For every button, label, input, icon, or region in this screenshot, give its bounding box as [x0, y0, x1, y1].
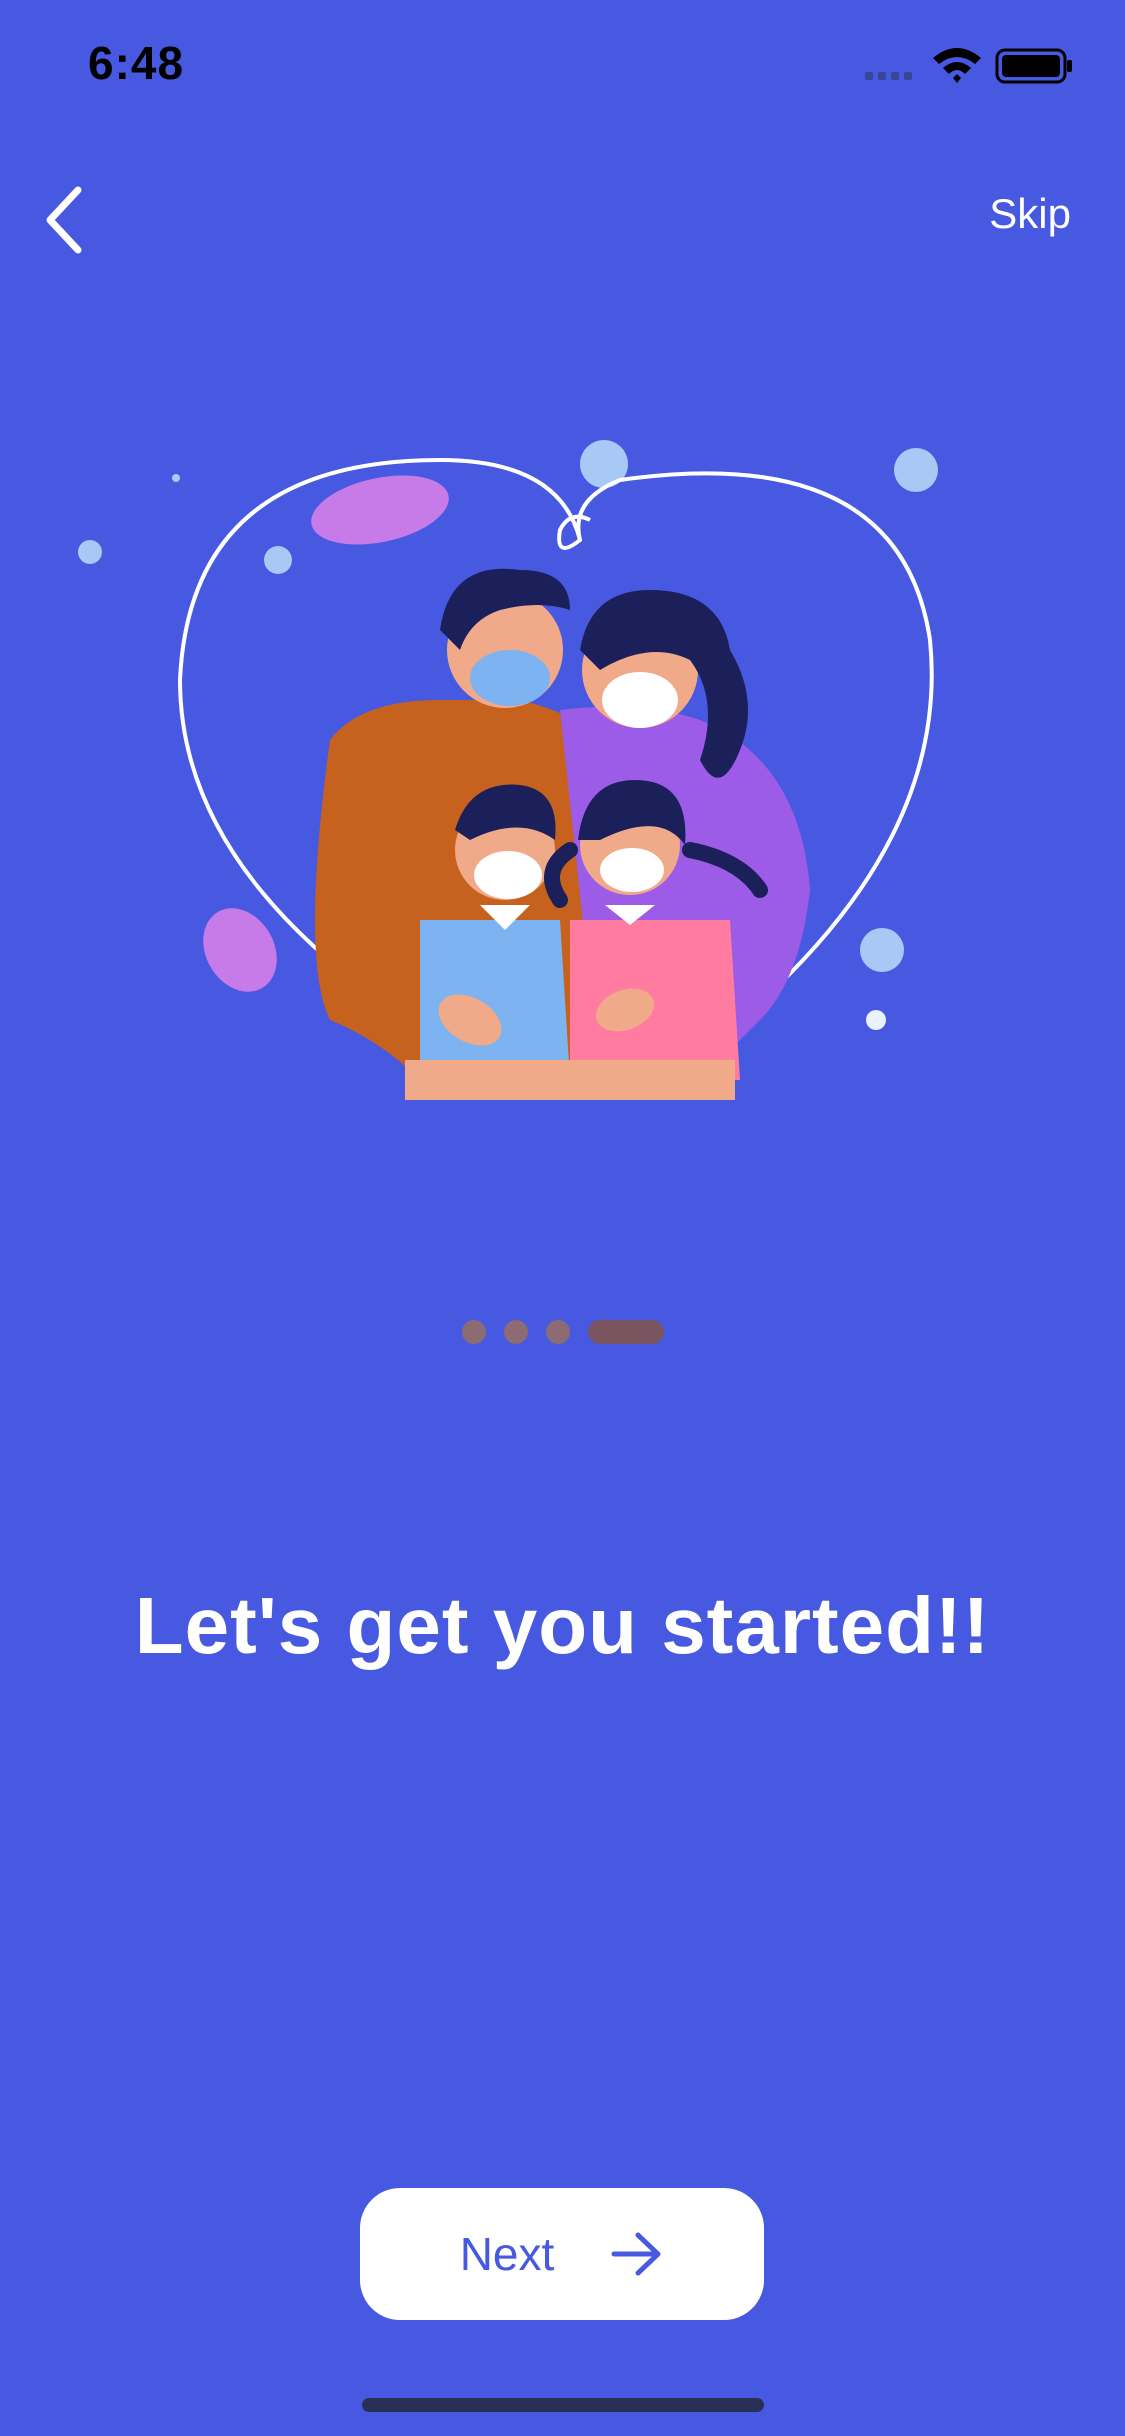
page-dot[interactable] — [546, 1320, 570, 1344]
page-dot[interactable] — [504, 1320, 528, 1344]
next-button[interactable]: Next — [360, 2188, 764, 2320]
status-time: 6:48 — [88, 37, 185, 89]
home-indicator[interactable] — [362, 2398, 764, 2412]
onboarding-headline: Let's get you started!! — [134, 1581, 991, 1670]
back-button[interactable] — [38, 180, 98, 260]
family-with-masks-illustration — [78, 440, 938, 1100]
chevron-left-icon — [46, 186, 82, 254]
skip-button[interactable]: Skip — [989, 190, 1071, 238]
cellular-signal-icon — [865, 72, 912, 80]
page-dot-active[interactable] — [588, 1320, 664, 1344]
next-button-label: Next — [459, 2228, 555, 2280]
page-dot[interactable] — [462, 1320, 486, 1344]
wifi-icon — [933, 48, 981, 83]
battery-icon — [995, 48, 1072, 84]
arrow-right-icon — [611, 2232, 661, 2276]
status-icons — [865, 48, 1072, 84]
